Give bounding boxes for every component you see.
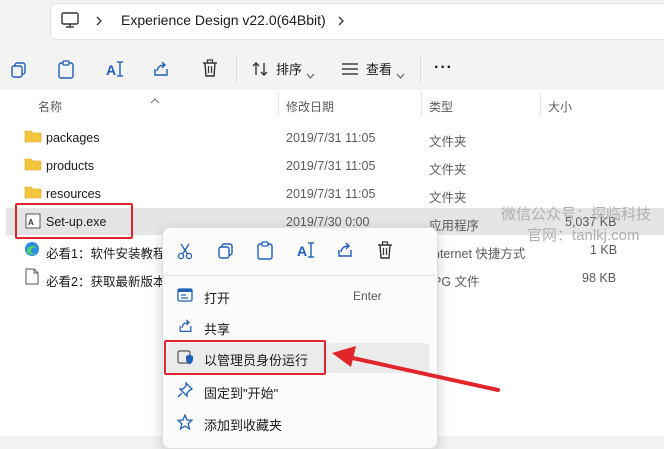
file-name: 必看1：软件安装教程 xyxy=(46,247,166,261)
sort-button[interactable]: 排序 xyxy=(276,62,302,78)
copy-icon[interactable] xyxy=(10,61,28,79)
rename-icon[interactable]: A xyxy=(105,60,125,78)
command-bar xyxy=(0,42,664,90)
share-icon[interactable] xyxy=(336,241,354,264)
view-button[interactable]: 查看 xyxy=(366,62,392,78)
column-divider[interactable] xyxy=(540,92,541,116)
toolbar-divider xyxy=(420,56,421,82)
chevron-right-icon[interactable] xyxy=(94,14,104,32)
watermark-line1: 微信公众号：探临科技 xyxy=(501,206,652,223)
chevron-right-icon[interactable] xyxy=(336,14,346,32)
cut-icon[interactable] xyxy=(176,242,194,265)
menu-item-label: 打开 xyxy=(204,291,231,306)
more-options-button[interactable]: ··· xyxy=(434,59,453,77)
file-size: 1 KB xyxy=(590,243,618,257)
paste-icon[interactable] xyxy=(256,241,274,265)
sort-ascending-icon xyxy=(150,91,160,109)
edge-shortcut-icon xyxy=(24,241,40,262)
sort-icon[interactable] xyxy=(251,61,271,77)
share-icon[interactable] xyxy=(152,60,170,78)
column-divider[interactable] xyxy=(421,92,422,116)
menu-item-label: 共享 xyxy=(204,322,231,337)
copy-icon[interactable] xyxy=(217,242,235,265)
folder-icon xyxy=(24,129,42,148)
toolbar-divider xyxy=(236,56,237,82)
delete-icon[interactable] xyxy=(376,241,394,265)
menu-item-label: 固定到"开始" xyxy=(204,386,279,401)
open-window-icon xyxy=(177,287,193,308)
share-icon xyxy=(177,318,194,339)
column-divider[interactable] xyxy=(278,92,279,116)
menu-shortcut: Enter xyxy=(353,289,382,303)
column-header-modified[interactable]: 修改日期 xyxy=(286,98,334,115)
column-header-size[interactable]: 大小 xyxy=(548,98,572,115)
file-modified: 2019/7/31 11:05 xyxy=(286,159,376,173)
highlight-box xyxy=(15,203,133,239)
file-type: 文件夹 xyxy=(429,191,467,205)
svg-text:A: A xyxy=(297,243,307,259)
folder-icon xyxy=(24,157,42,176)
annotation-arrow xyxy=(332,346,500,392)
address-path[interactable]: Experience Design v22.0(64Bbit) xyxy=(121,12,326,28)
watermark-line2: 官网：tanlkj.com xyxy=(527,227,640,244)
rename-icon[interactable]: A xyxy=(296,241,316,264)
file-type: 文件夹 xyxy=(429,163,467,177)
folder-icon xyxy=(24,185,42,204)
chevron-down-icon[interactable] xyxy=(306,66,315,84)
file-name: resources xyxy=(46,187,101,201)
file-type: nternet 快捷方式 xyxy=(433,247,526,261)
column-header-type[interactable]: 类型 xyxy=(429,98,453,115)
chevron-down-icon[interactable] xyxy=(396,66,405,84)
file-name: 必看2：获取最新版本 xyxy=(46,275,166,289)
view-icon[interactable] xyxy=(341,62,359,76)
pin-icon xyxy=(177,381,194,403)
computer-icon[interactable] xyxy=(60,10,80,35)
paste-icon[interactable] xyxy=(57,60,75,79)
svg-text:A: A xyxy=(106,62,116,78)
menu-divider xyxy=(163,275,435,276)
file-size: 98 KB xyxy=(582,271,617,285)
highlight-box xyxy=(164,340,326,375)
file-type: PG 文件 xyxy=(433,275,480,289)
file-name: packages xyxy=(46,131,100,145)
column-header-name[interactable]: 名称 xyxy=(38,98,62,115)
file-modified: 2019/7/31 11:05 xyxy=(286,131,376,145)
file-type: 文件夹 xyxy=(429,135,467,149)
file-modified: 2019/7/31 11:05 xyxy=(286,187,376,201)
delete-icon[interactable] xyxy=(201,59,219,78)
star-icon xyxy=(176,413,194,435)
menu-item-label: 添加到收藏夹 xyxy=(204,418,283,433)
file-name: products xyxy=(46,159,94,173)
image-file-icon xyxy=(25,268,39,290)
